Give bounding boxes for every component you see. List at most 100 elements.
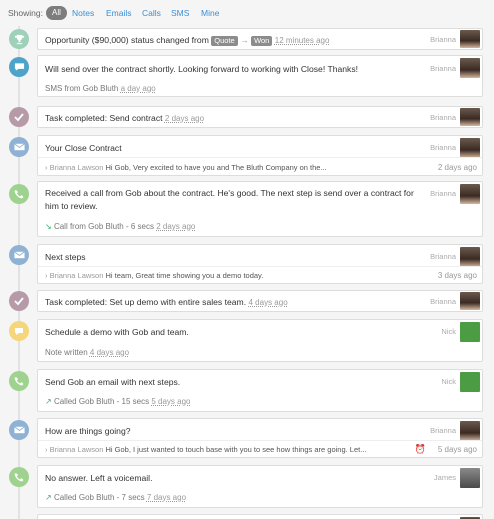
activity-text: Will send over the contract shortly. Loo… <box>45 64 359 74</box>
avatar[interactable] <box>460 138 480 158</box>
avatar[interactable] <box>460 468 480 488</box>
activity-time: a day ago <box>120 84 156 93</box>
activity-text: Schedule a demo with Gob and team. <box>45 327 189 337</box>
email-preview: › Brianna Lawson Hi team, Great time sho… <box>45 271 263 280</box>
email-from: Brianna Lawson <box>49 271 104 280</box>
activity-time: 2 days ago <box>437 163 477 172</box>
filter-notes[interactable]: Notes <box>72 8 94 18</box>
arrow-up-right-icon: ↗ <box>45 397 52 406</box>
avatar[interactable] <box>460 30 480 48</box>
activity-user: Brianna <box>430 252 456 261</box>
email-preview-text: Hi Gob, I just wanted to touch base with… <box>105 445 367 454</box>
activity-user: Brianna <box>430 189 456 198</box>
activity-sub: Note written 4 days ago <box>45 348 129 357</box>
envelope-icon <box>9 420 29 440</box>
activity-time: 4 days ago <box>89 348 130 357</box>
activity-user: Nick <box>441 377 456 386</box>
avatar[interactable] <box>460 58 480 78</box>
email-preview: › Brianna Lawson Hi Gob, Very excited to… <box>45 163 327 172</box>
activity-card[interactable]: No answer. Left a voicemail. ↗ Called Go… <box>37 465 483 508</box>
activity-sub: SMS from Gob Bluth a day ago <box>45 84 156 93</box>
activity-time: 5 days ago <box>437 445 477 454</box>
alarm-icon[interactable]: ⏰ <box>415 444 426 455</box>
activity-card[interactable]: Next steps Brianna › Brianna Lawson Hi t… <box>37 244 483 284</box>
arrow-up-right-icon: ↗ <box>45 493 52 502</box>
chat-icon <box>9 57 29 77</box>
call-info: Called Gob Bluth - 15 secs <box>53 397 150 406</box>
activity-card[interactable]: Received a call from Gob about the contr… <box>37 181 483 237</box>
activity-user: Brianna <box>430 35 456 44</box>
activity-user: Nick <box>441 327 456 336</box>
call-info: Call from Gob Bluth - 6 secs <box>53 222 154 231</box>
note-icon <box>9 321 29 341</box>
activity-card[interactable]: Your Close Contract Brianna › Brianna La… <box>37 135 483 176</box>
activity-time: 7 days ago <box>146 493 187 502</box>
activity-filter-bar: Showing: All Notes Emails Calls SMS Mine <box>0 0 494 26</box>
email-subject: How are things going? <box>45 426 131 436</box>
call-info: Called Gob Bluth - 7 secs <box>53 493 145 502</box>
note-info: Note written <box>45 348 88 357</box>
activity-user: Brianna <box>430 143 456 152</box>
activity-sub: ↘ Call from Gob Bluth - 6 secs 2 days ag… <box>45 222 195 231</box>
filter-all[interactable]: All <box>46 6 67 20</box>
activity-sub: ↗ Called Gob Bluth - 7 secs 7 days ago <box>45 493 186 502</box>
chevron-right-icon: › <box>45 163 48 172</box>
activity-time: 2 days ago <box>164 114 205 123</box>
activity-card[interactable]: Will send over the contract shortly. Loo… <box>37 55 483 97</box>
filter-emails[interactable]: Emails <box>106 8 132 18</box>
email-from: Brianna Lawson <box>49 163 104 172</box>
arrow-down-right-icon: ↘ <box>45 222 52 231</box>
activity-time: 12 minutes ago <box>274 36 330 45</box>
check-icon <box>9 107 29 127</box>
email-from: Brianna Lawson <box>49 445 104 454</box>
activity-user: Brianna <box>430 113 456 122</box>
chevron-right-icon: › <box>45 271 48 280</box>
chevron-right-icon: › <box>45 445 48 454</box>
divider <box>38 440 482 441</box>
activity-text: Task completed: Send contract 2 days ago <box>45 113 204 123</box>
phone-icon <box>9 371 29 391</box>
filter-calls[interactable]: Calls <box>142 8 161 18</box>
avatar[interactable] <box>460 322 480 342</box>
avatar[interactable] <box>460 108 480 126</box>
activity-time: 4 days ago <box>248 298 288 307</box>
opportunity-text: Opportunity ($90,000) status changed fro… <box>45 35 209 45</box>
activity-card[interactable]: Send Gob an email with next steps. ↗ Cal… <box>37 369 483 412</box>
phone-icon <box>9 184 29 204</box>
avatar[interactable] <box>460 292 480 310</box>
activity-text: Received a call from Gob about the contr… <box>45 188 414 211</box>
activity-user: Brianna <box>430 426 456 435</box>
activity-time: 3 days ago <box>437 271 477 280</box>
email-preview-text: Hi Gob, Very excited to have you and The… <box>105 163 327 172</box>
activity-card[interactable]: Task completed: Set up demo with entire … <box>37 290 483 312</box>
activity-card[interactable]: Schedule a demo with Gob and team. Note … <box>37 319 483 362</box>
activity-user: James <box>433 473 456 482</box>
divider <box>38 266 482 267</box>
email-preview-text: Hi team, Great time showing you a demo t… <box>105 271 264 280</box>
avatar[interactable] <box>460 421 480 441</box>
task-text: Task completed: Set up demo with entire … <box>45 297 247 307</box>
arrow-right-icon: → <box>240 35 249 45</box>
sms-source: SMS from Gob Bluth <box>45 84 119 93</box>
avatar[interactable] <box>460 372 480 392</box>
status-badge-from: Quote <box>211 36 238 46</box>
filter-sms[interactable]: SMS <box>171 8 189 18</box>
activity-text: No answer. Left a voicemail. <box>45 473 153 483</box>
activity-text: Send Gob an email with next steps. <box>45 377 181 387</box>
activity-card[interactable] <box>37 514 483 519</box>
activity-text: Opportunity ($90,000) status changed fro… <box>45 35 329 46</box>
activity-user: Brianna <box>430 297 456 306</box>
task-text: Task completed: Send contract <box>45 113 163 123</box>
activity-text: Task completed: Set up demo with entire … <box>45 297 288 307</box>
divider <box>38 157 482 158</box>
activity-card[interactable]: Opportunity ($90,000) status changed fro… <box>37 28 483 50</box>
activity-card[interactable]: Task completed: Send contract 2 days ago… <box>37 106 483 128</box>
status-badge-to: Won <box>251 36 273 46</box>
trophy-icon <box>9 29 29 49</box>
check-icon <box>9 291 29 311</box>
avatar[interactable] <box>460 184 480 204</box>
activity-sub: ↗ Called Gob Bluth - 15 secs 5 days ago <box>45 397 190 406</box>
filter-mine[interactable]: Mine <box>201 8 219 18</box>
avatar[interactable] <box>460 247 480 267</box>
activity-card[interactable]: How are things going? Brianna › Brianna … <box>37 418 483 458</box>
